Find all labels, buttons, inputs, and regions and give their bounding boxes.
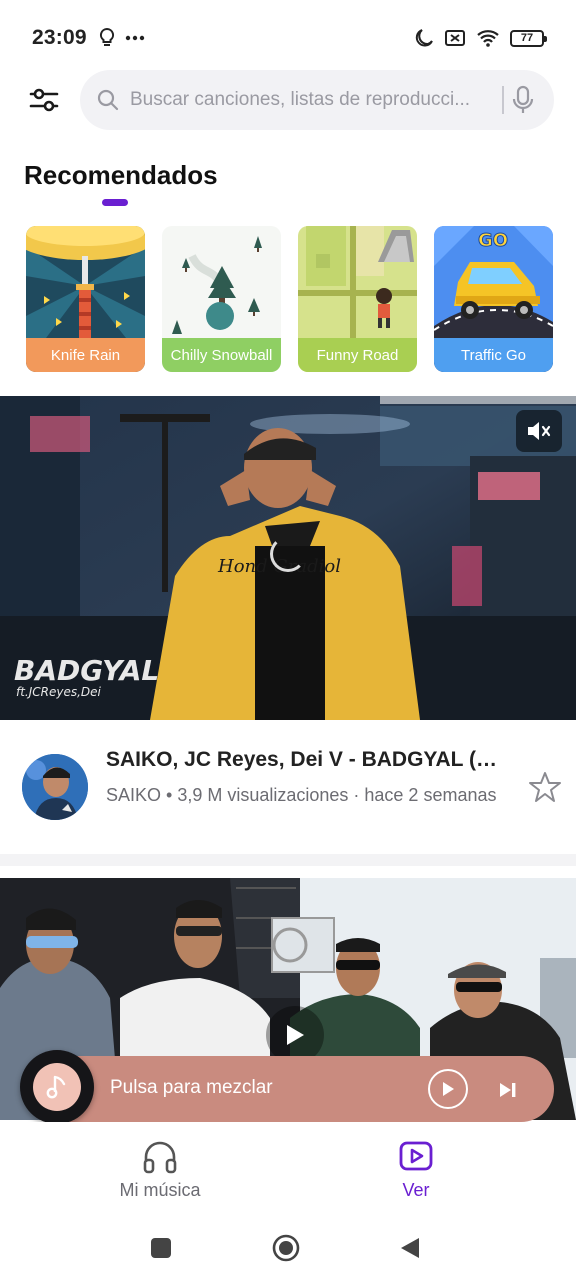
video-info: SAIKO, JC Reyes, Dei V - BADGYAL (V... S…	[0, 720, 576, 854]
tab-watch[interactable]: Ver	[346, 1140, 486, 1201]
game-card-knife-rain[interactable]: Knife Rain	[26, 226, 145, 372]
channel-avatar[interactable]	[22, 754, 88, 820]
back-button[interactable]	[394, 1232, 426, 1264]
lightbulb-icon	[99, 28, 114, 46]
sliders-icon	[29, 88, 59, 112]
bottom-navigation: Mi música Ver	[0, 1122, 576, 1214]
battery-icon: 77	[510, 29, 547, 47]
video-meta: SAIKO • 3,9 M visualizaciones · hace 2 s…	[106, 785, 497, 805]
search-input[interactable]: Buscar canciones, listas de reproducci..…	[80, 70, 554, 130]
svg-text:GO: GO	[478, 230, 508, 251]
game-label: Knife Rain	[26, 338, 145, 372]
video-overlay-subtitle: ft.JCReyes,Dei	[16, 685, 102, 699]
back-triangle-icon	[401, 1238, 419, 1258]
feed-separator	[0, 854, 576, 866]
recent-apps-button[interactable]	[145, 1232, 177, 1264]
mini-player-play-button[interactable]	[428, 1069, 468, 1109]
skip-next-icon	[500, 1083, 516, 1097]
video-overlay-title: BADGYAL	[14, 654, 159, 687]
home-button[interactable]	[270, 1232, 302, 1264]
star-icon	[529, 772, 561, 802]
moon-icon	[415, 29, 433, 47]
header: Buscar canciones, listas de reproducci..…	[0, 68, 576, 132]
search-placeholder: Buscar canciones, listas de reproducci..…	[130, 89, 471, 110]
status-bar: 23:09 77	[0, 0, 576, 76]
video-play-icon	[399, 1141, 433, 1171]
mini-player-next-button[interactable]	[494, 1076, 522, 1104]
more-dots-icon	[125, 35, 144, 41]
loading-spinner	[270, 536, 306, 572]
game-card-traffic-go[interactable]: GO Traffic Go	[434, 226, 553, 372]
circle-home-icon	[272, 1234, 300, 1262]
mini-player-disc[interactable]	[20, 1050, 94, 1124]
mute-button[interactable]	[516, 410, 562, 452]
microphone-icon[interactable]	[512, 85, 534, 115]
filter-settings-button[interactable]	[22, 78, 66, 122]
headphones-icon	[143, 1141, 177, 1174]
play-icon	[287, 1025, 304, 1045]
avatar-image	[22, 754, 88, 820]
game-label: Funny Road	[298, 338, 417, 372]
search-divider	[502, 86, 504, 114]
section-title-recommended: Recomendados	[24, 160, 218, 190]
tab-watch-label: Ver	[402, 1180, 430, 1200]
system-navigation-bar	[0, 1214, 576, 1280]
game-label: Traffic Go	[434, 338, 553, 372]
music-note-icon	[46, 1075, 66, 1099]
tab-my-music-label: Mi música	[119, 1180, 201, 1200]
game-label: Chilly Snowball	[162, 338, 281, 372]
section-underline	[102, 199, 128, 206]
game-card-chilly-snowball[interactable]: Chilly Snowball	[162, 226, 281, 372]
mini-player-text: Pulsa para mezclar	[110, 1077, 273, 1098]
mini-player[interactable]: Pulsa para mezclar	[20, 1050, 554, 1124]
volume-muted-icon	[528, 422, 551, 440]
video-player-1[interactable]: Hond Gradiol BADGYAL ft.JCReyes,Dei	[0, 396, 576, 720]
wifi-icon	[477, 30, 499, 47]
play-icon	[443, 1082, 454, 1096]
square-icon	[151, 1238, 171, 1258]
search-icon	[97, 89, 119, 111]
sim-off-icon	[445, 30, 465, 46]
games-row: Knife Rain Chilly Snowball Funny Road GO…	[26, 226, 553, 372]
status-time: 23:09	[32, 26, 87, 49]
tab-my-music[interactable]: Mi música	[90, 1140, 230, 1201]
video-title[interactable]: SAIKO, JC Reyes, Dei V - BADGYAL (V...	[106, 748, 502, 772]
favorite-button[interactable]	[528, 770, 562, 804]
game-card-funny-road[interactable]: Funny Road	[298, 226, 417, 372]
